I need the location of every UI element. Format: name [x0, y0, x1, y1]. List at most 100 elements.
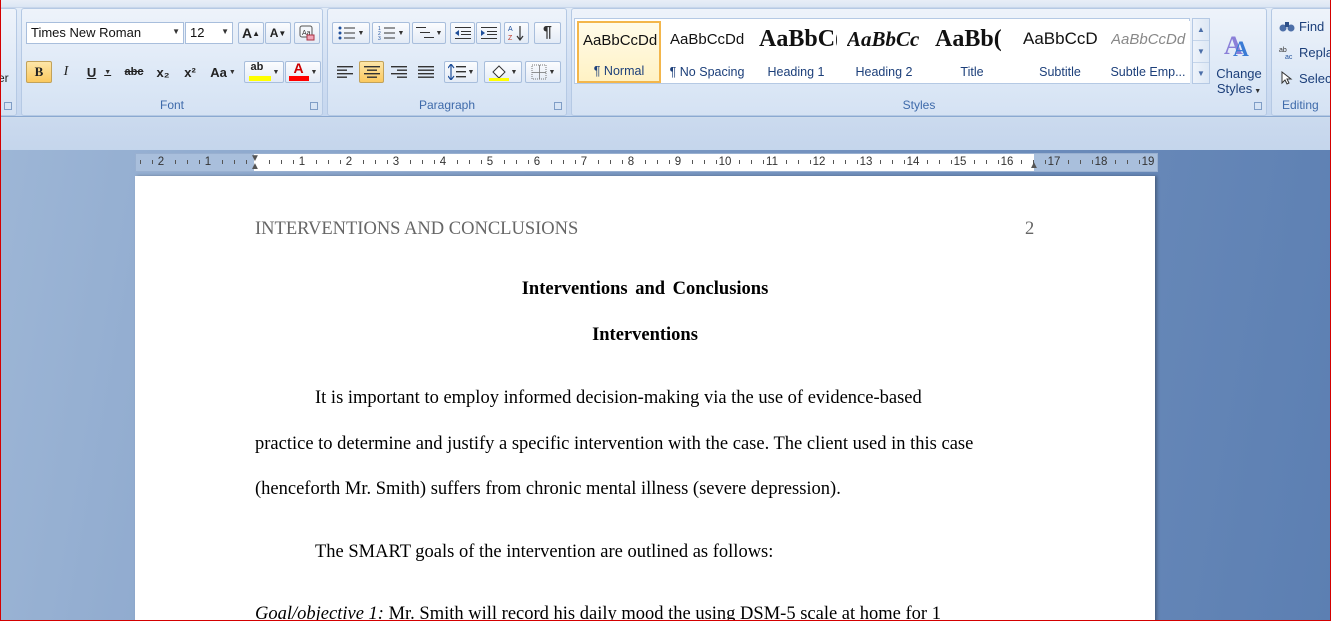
ribbon: er Times New Roman ▼ 12 ▼ A▲ A▼ Aa [1, 8, 1330, 117]
style-heading-1[interactable]: AaBbC( Heading 1 [754, 21, 838, 83]
ruler-tick [880, 160, 881, 164]
borders-button[interactable]: ▼ [525, 61, 561, 83]
chevron-down-icon: ▼ [310, 68, 318, 76]
change-case-label: Aa [210, 64, 227, 80]
align-left-button[interactable] [332, 61, 357, 83]
decrease-indent-button[interactable] [450, 22, 475, 44]
superscript-label: x² [184, 64, 196, 80]
paragraph-dialog-launcher-icon[interactable] [554, 102, 562, 110]
document-page[interactable]: INTERVENTIONS AND CONCLUSIONS 2 Interven… [135, 176, 1155, 621]
decrease-indent-icon [454, 27, 471, 39]
ruler-tick [328, 160, 329, 164]
line-spacing-button[interactable]: ▼ [444, 61, 478, 83]
increase-indent-button[interactable] [476, 22, 501, 44]
font-size-select[interactable]: 12 ▼ [185, 22, 233, 44]
gallery-more-icon[interactable]: ▼ [1193, 63, 1209, 85]
align-right-button[interactable] [386, 61, 411, 83]
ruler-number: 4 [439, 156, 447, 168]
numbering-button[interactable]: 123 ▼ [372, 22, 410, 44]
grow-font-button[interactable]: A ▲ [238, 22, 264, 44]
gallery-scroll-up-icon[interactable]: ▲ [1193, 19, 1209, 41]
ruler-number: 8 [627, 156, 635, 168]
italic-button[interactable]: I [54, 61, 78, 83]
font-dialog-launcher-icon[interactable] [310, 102, 318, 110]
clipboard-launcher-icon[interactable] [4, 102, 12, 110]
ruler-number: 6 [533, 156, 541, 168]
sort-button[interactable]: AZ [504, 22, 529, 44]
bullets-button[interactable]: ▼ [332, 22, 370, 44]
style-sample: AaBbCcDd [583, 32, 658, 49]
style-subtitle[interactable]: AaBbCcD Subtitle [1018, 21, 1102, 83]
superscript-button[interactable]: x² [177, 61, 203, 83]
chevron-down-icon: ▼ [435, 29, 443, 37]
underline-button[interactable]: U ▼ [80, 61, 118, 83]
style-title[interactable]: AaBb( Title [930, 21, 1014, 83]
ruler-tick [434, 160, 435, 164]
style-normal[interactable]: AaBbCcDd ¶ Normal [577, 21, 661, 83]
ruler-tick [704, 160, 705, 164]
style-subtle-emphasis[interactable]: AaBbCcDd Subtle Emp... [1106, 21, 1190, 83]
font-name-select[interactable]: Times New Roman ▼ [26, 22, 184, 44]
align-center-button[interactable] [359, 61, 384, 83]
ruler-tick [692, 160, 693, 164]
hanging-indent-marker-icon[interactable]: ▲ [250, 161, 260, 172]
replace-button[interactable]: ab ac Repla [1278, 41, 1330, 63]
italic-label: I [63, 64, 69, 79]
ruler-tick [199, 160, 200, 164]
font-color-button[interactable]: A ▼ [285, 60, 321, 83]
strikethrough-label: abc [124, 66, 144, 78]
chevron-down-icon: ▼ [1254, 88, 1262, 95]
clear-formatting-icon: Aa [299, 25, 315, 41]
ruler-number: 10 [718, 156, 732, 168]
svg-text:A: A [508, 26, 513, 33]
styles-group-label: Styles [902, 98, 936, 112]
ruler-tick [281, 160, 282, 164]
change-styles-label-line2: Styles [1216, 81, 1253, 96]
ruler-tick [1092, 160, 1093, 164]
shrink-font-button[interactable]: A ▼ [265, 22, 291, 44]
line-spacing-icon [447, 64, 466, 80]
justify-button[interactable] [413, 61, 438, 83]
strikethrough-button[interactable]: abc [120, 61, 148, 83]
svg-text:ac: ac [1285, 54, 1293, 59]
multilevel-list-button[interactable]: ▼ [412, 22, 446, 44]
ruler-tick [1045, 160, 1046, 164]
ruler-tick [387, 160, 388, 164]
select-button[interactable]: Selec [1278, 67, 1330, 89]
change-styles-button[interactable]: AA Change Styles ▼ [1213, 20, 1265, 104]
editing-group: Find ab ac Repla Selec Editing [1271, 8, 1330, 116]
numbering-icon: 123 [378, 26, 395, 40]
ruler-tick [857, 160, 858, 164]
show-formatting-marks-button[interactable]: ¶ [534, 22, 561, 44]
shading-button[interactable]: ▼ [484, 61, 522, 83]
horizontal-ruler[interactable]: 2 1 1 2 3 4 5 6 7 8 9 10 11 12 13 14 15 16 17 18 19 ▼ ▲ ▲ [135, 153, 1158, 172]
style-heading-2[interactable]: AaBbCc Heading 2 [842, 21, 926, 83]
style-no-spacing[interactable]: AaBbCcDd ¶ No Spacing [665, 21, 749, 83]
style-sample: AaBb( [935, 26, 1002, 52]
paragraph-line: The SMART goals of the intervention are … [315, 542, 774, 562]
bold-button[interactable]: B [26, 61, 52, 83]
highlight-button[interactable]: ab ▼ [244, 61, 284, 83]
ruler-tick [316, 160, 317, 164]
clipboard-partial-label: er [1, 71, 9, 85]
ruler-tick [739, 160, 740, 164]
title-bar-remnant [1, 0, 1330, 8]
ribbon-bottom-band [1, 118, 1330, 152]
ruler-number: 14 [906, 156, 920, 168]
page-number: 2 [1025, 219, 1035, 239]
paragraph-line: practice to determine and justify a spec… [255, 434, 974, 454]
ruler-number: 2 [157, 156, 165, 168]
ruler-number: 1 [204, 156, 212, 168]
ruler-tick [410, 160, 411, 164]
gallery-scroll-down-icon[interactable]: ▼ [1193, 41, 1209, 63]
bold-label: B [34, 64, 44, 79]
clear-formatting-button[interactable]: Aa [294, 22, 320, 44]
change-case-button[interactable]: Aa ▼ [205, 61, 241, 83]
subscript-button[interactable]: x₂ [150, 61, 176, 83]
right-indent-marker-icon[interactable]: ▲ [1029, 160, 1039, 171]
ruler-tick [504, 160, 505, 164]
find-button[interactable]: Find [1278, 15, 1330, 37]
goal-text: Mr. Smith will record his daily mood the… [383, 604, 941, 621]
ruler-tick [234, 160, 235, 164]
ruler-tick [187, 160, 188, 164]
